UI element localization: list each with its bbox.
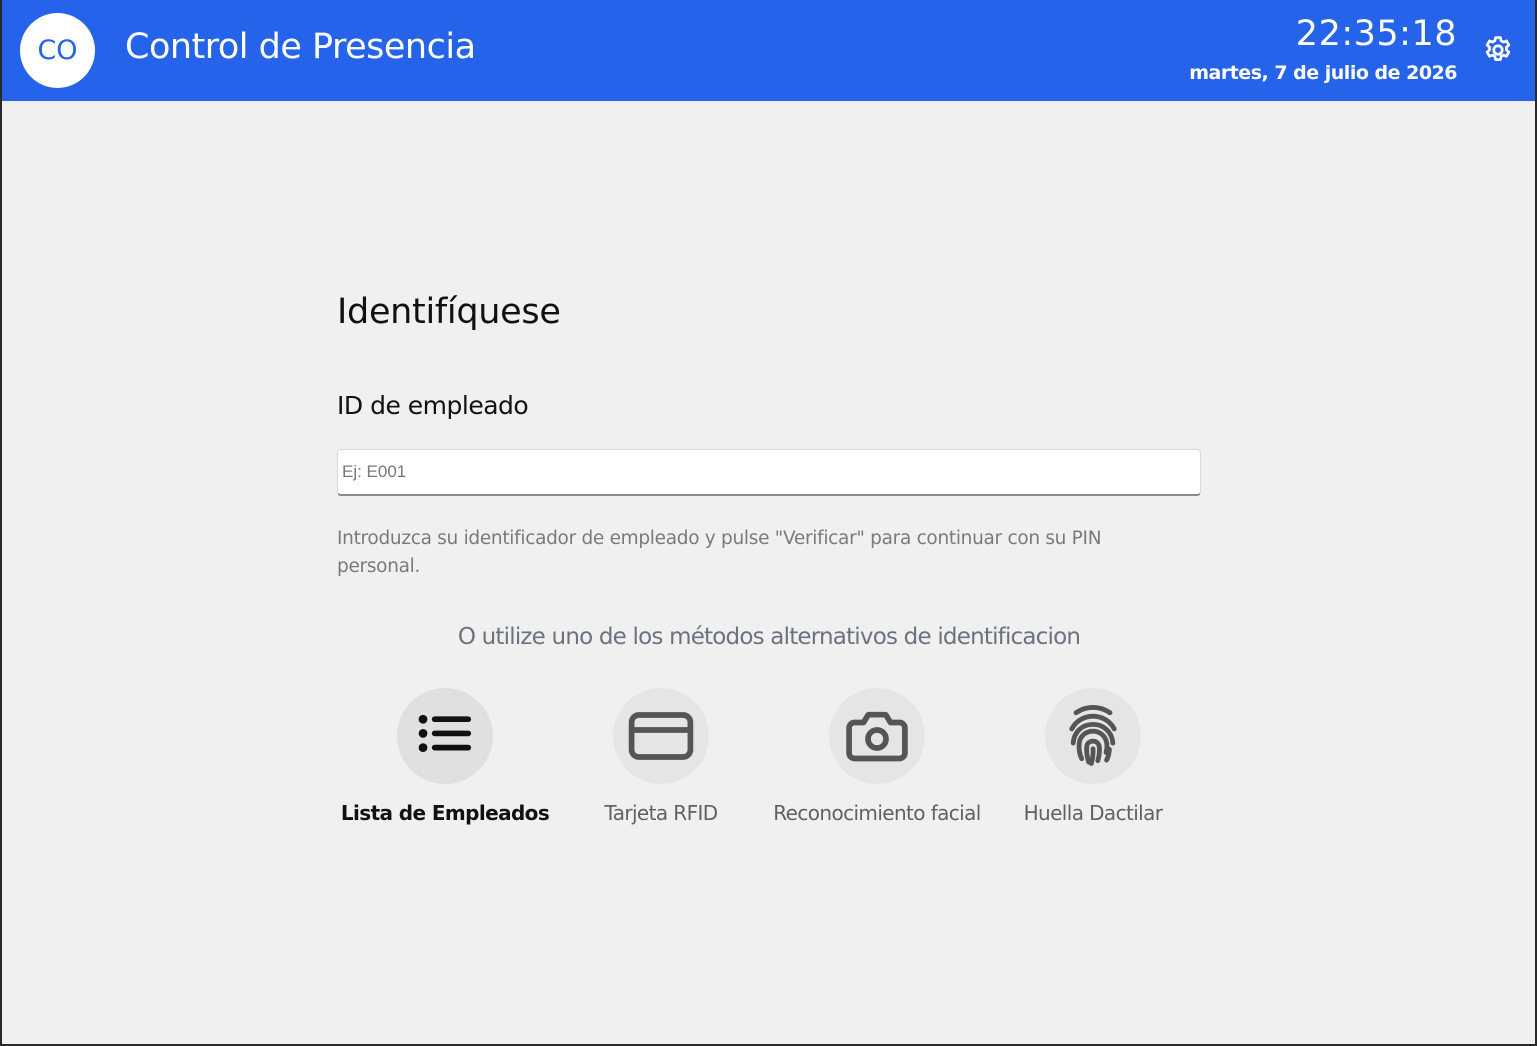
- settings-button[interactable]: [1481, 33, 1515, 67]
- app-window: CO Control de Presencia 22:35:18 martes,…: [2, 0, 1535, 1044]
- page-title: Identifíquese: [337, 292, 561, 332]
- method-label: Reconocimiento facial: [773, 801, 981, 825]
- app-title: Control de Presencia: [125, 27, 476, 67]
- credit-card-icon: [628, 712, 694, 760]
- list-icon: [418, 714, 472, 753]
- current-time: 22:35:18: [1295, 14, 1457, 54]
- app-header: CO Control de Presencia 22:35:18 martes,…: [2, 0, 1535, 101]
- current-date: martes, 7 de julio de 2026: [1189, 62, 1457, 84]
- employee-id-label: ID de empleado: [337, 391, 529, 420]
- employee-id-input[interactable]: [337, 449, 1201, 496]
- method-icon-circle: [829, 688, 925, 784]
- method-facial-recognition-button[interactable]: Reconocimiento facial: [769, 688, 985, 828]
- method-icon-circle: [397, 688, 493, 784]
- method-fingerprint-button[interactable]: Huella Dactilar: [985, 688, 1201, 828]
- help-text: Introduzca su identificador de empleado …: [337, 528, 1102, 577]
- camera-icon: [846, 711, 908, 762]
- gear-icon: [1485, 36, 1511, 61]
- fingerprint-icon: [1069, 705, 1117, 766]
- method-label: Lista de Empleados: [340, 801, 550, 825]
- company-logo: CO: [20, 13, 95, 88]
- method-label: Tarjeta RFID: [604, 801, 718, 825]
- alternative-methods-text: O utilize uno de los métodos alternativo…: [457, 624, 1081, 650]
- method-icon-circle: [1045, 688, 1141, 784]
- method-label: Huella Dactilar: [1023, 801, 1163, 825]
- method-icon-circle: [613, 688, 709, 784]
- method-rfid-button[interactable]: Tarjeta RFID: [553, 688, 769, 828]
- method-employee-list-button[interactable]: Lista de Empleados: [337, 688, 553, 828]
